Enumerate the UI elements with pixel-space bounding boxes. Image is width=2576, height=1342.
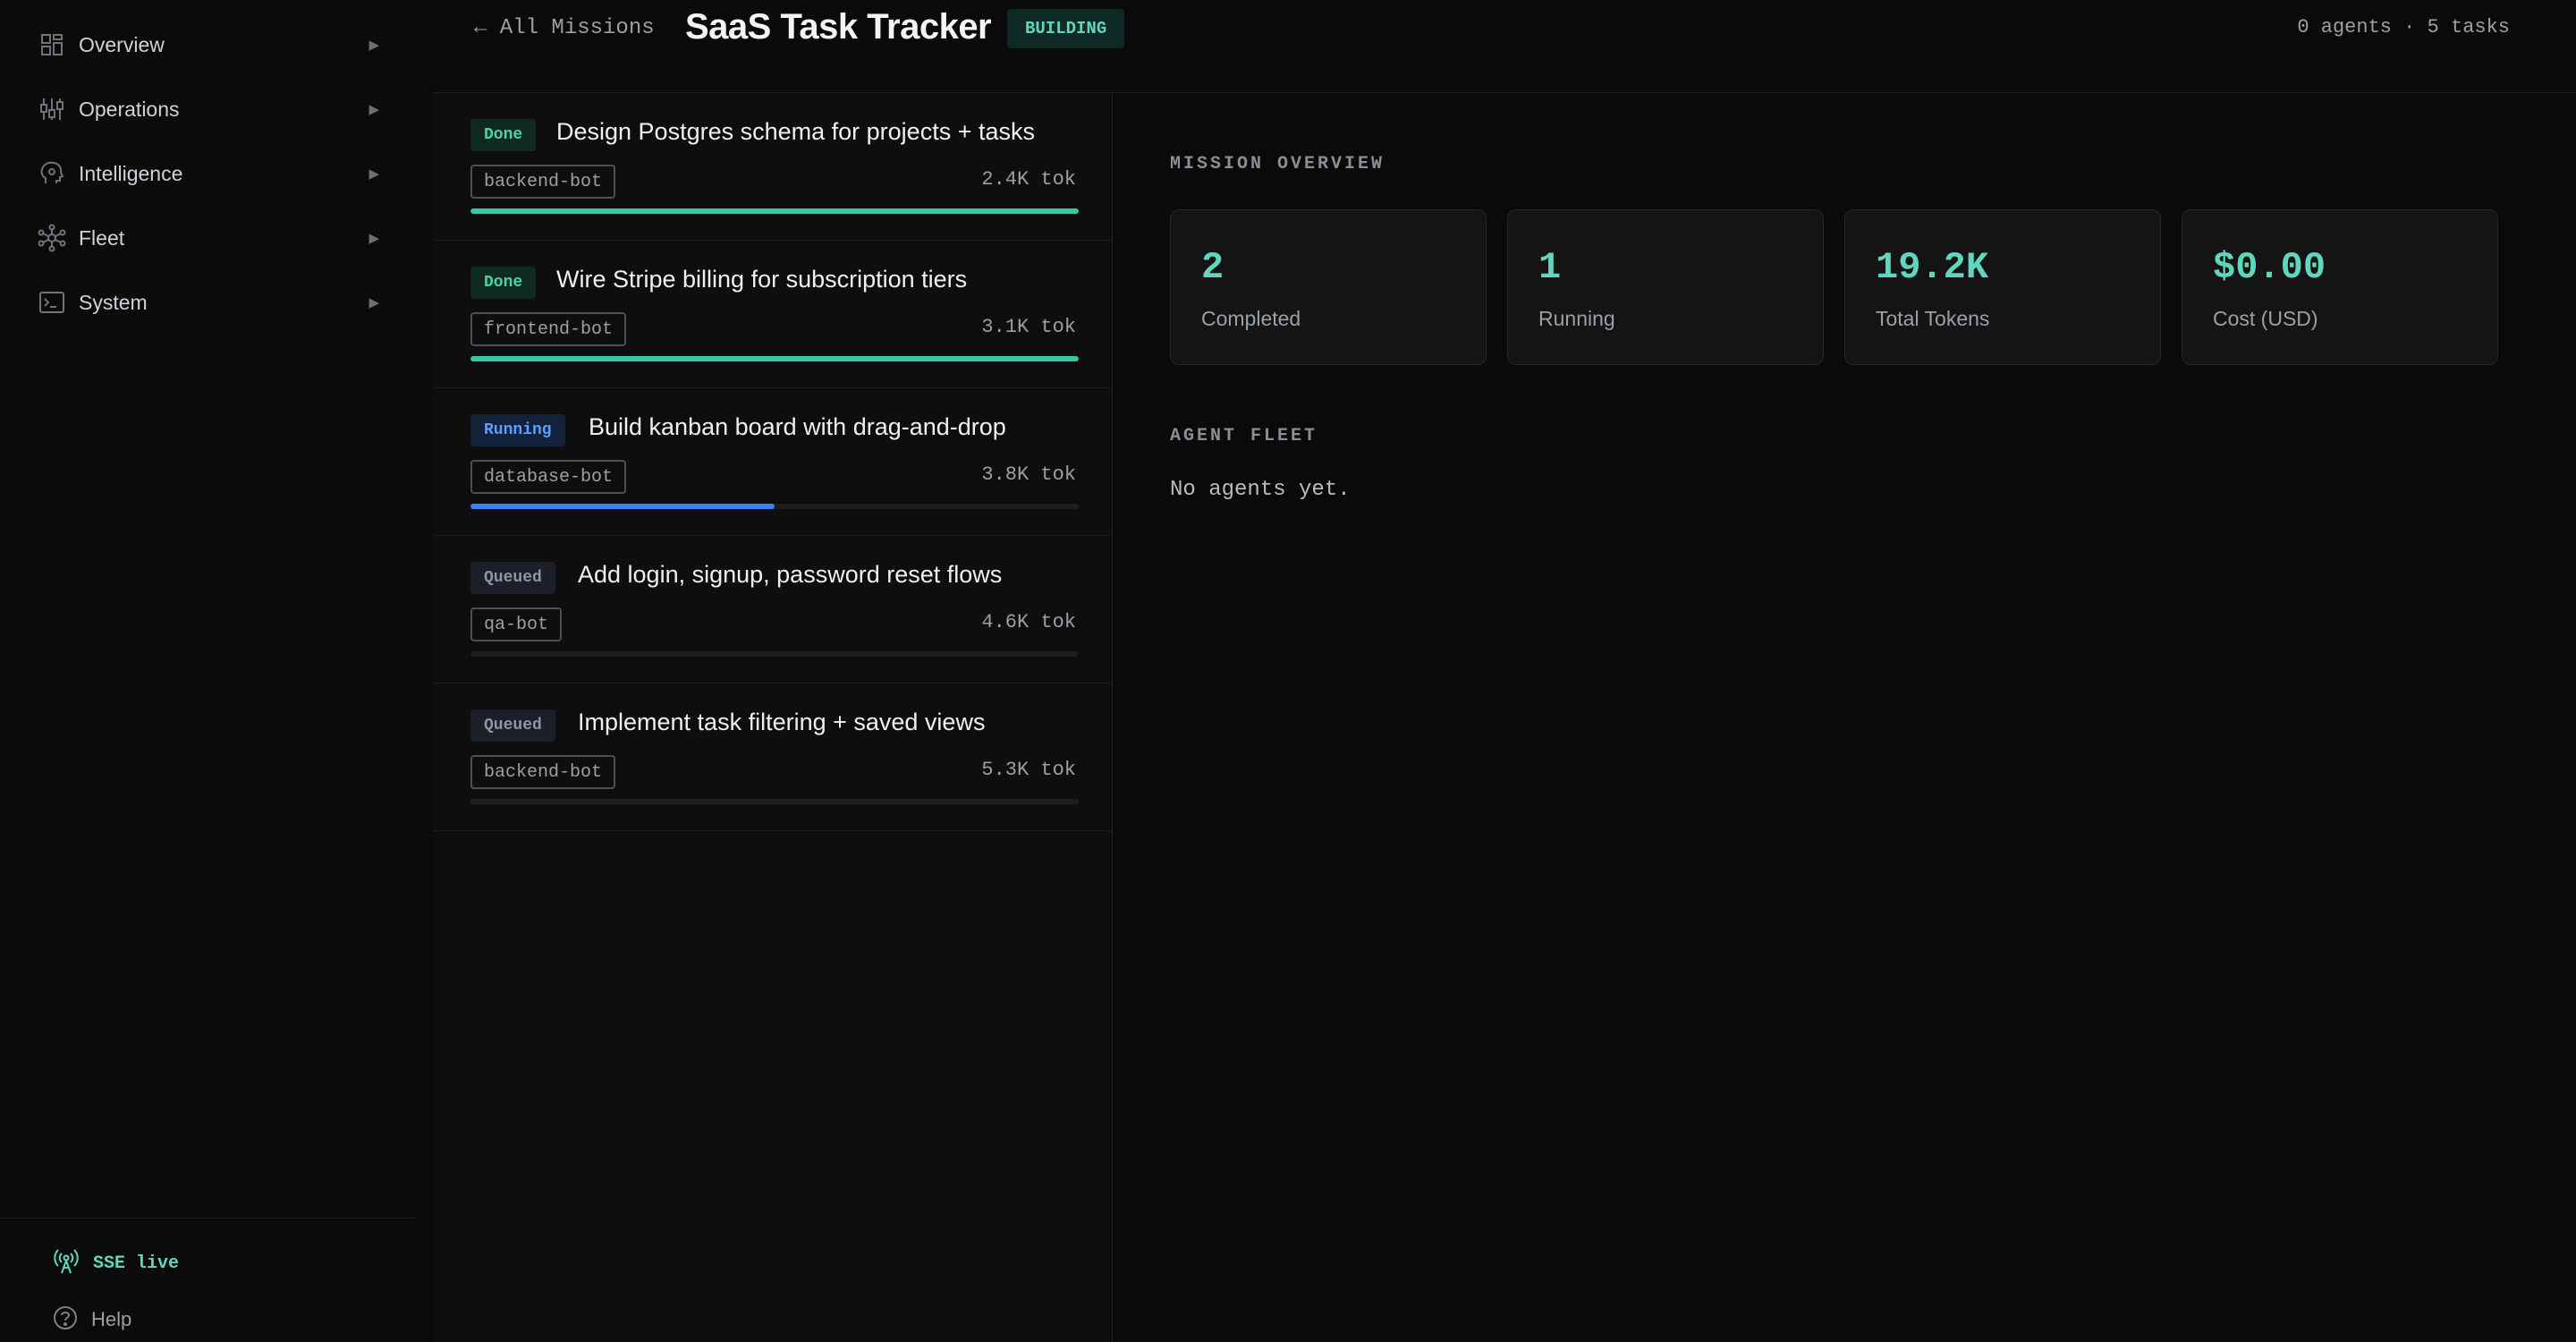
task-title: Wire Stripe billing for subscription tie… xyxy=(556,266,968,293)
mission-header: ← All Missions SaaS Task Tracker BUILDIN… xyxy=(433,0,2576,93)
sidebar-divider xyxy=(0,1218,415,1219)
sidebar-item-operations[interactable]: Operations ▶ xyxy=(36,88,379,131)
sidebar-item-system[interactable]: System ▶ xyxy=(36,281,379,324)
stat-card-cost: $0.00 Cost (USD) xyxy=(2182,209,2498,365)
task-agent-tag: qa-bot xyxy=(470,607,563,641)
task-token-count: 3.1K tok xyxy=(981,316,1076,338)
sidebar-item-label: System xyxy=(79,290,148,314)
back-to-missions-link[interactable]: ← All Missions xyxy=(474,16,655,40)
dashboard-grid-icon xyxy=(36,29,68,61)
task-progress-bar xyxy=(470,208,1079,214)
stat-card-total-tokens: 19.2K Total Tokens xyxy=(1844,209,2161,365)
terminal-icon xyxy=(36,286,68,319)
task-progress-bar xyxy=(470,504,1079,509)
task-title: Add login, signup, password reset flows xyxy=(578,561,1003,588)
task-status-badge: Done xyxy=(470,267,537,299)
task-agent-tag: database-bot xyxy=(470,460,627,494)
stat-label: Completed xyxy=(1201,307,1301,330)
task-token-count: 4.6K tok xyxy=(981,611,1076,633)
task-title: Implement task filtering + saved views xyxy=(578,709,986,735)
expand-arrow-icon: ▶ xyxy=(369,166,379,182)
task-row[interactable]: Done Design Postgres schema for projects… xyxy=(433,93,1112,241)
task-status-badge: Done xyxy=(470,119,537,151)
stat-value: 1 xyxy=(1538,246,1562,289)
task-agent-tag: frontend-bot xyxy=(470,312,627,346)
mission-overview-panel: MISSION OVERVIEW 2 Completed 1 Running 1… xyxy=(1113,93,2576,1342)
task-progress-fill xyxy=(470,208,1079,214)
sidebar-item-overview[interactable]: Overview ▶ xyxy=(36,23,379,66)
task-progress-bar xyxy=(470,356,1079,361)
app-root: Overview ▶ Operations ▶ Intelligence ▶ F… xyxy=(0,0,2576,1342)
sse-status-label: SSE live xyxy=(93,1253,180,1274)
sidebar: Overview ▶ Operations ▶ Intelligence ▶ F… xyxy=(0,0,433,1342)
task-token-count: 5.3K tok xyxy=(981,759,1076,781)
agent-fleet-heading: AGENT FLEET xyxy=(1170,426,1318,446)
sidebar-item-label: Fleet xyxy=(79,225,125,250)
stat-label: Running xyxy=(1538,307,1615,330)
task-status-badge: Queued xyxy=(470,709,555,742)
task-agent-tag: backend-bot xyxy=(470,165,616,199)
broadcast-icon xyxy=(52,1248,80,1279)
task-row[interactable]: Queued Implement task filtering + saved … xyxy=(433,684,1112,831)
stat-card-completed: 2 Completed xyxy=(1170,209,1487,365)
task-progress-bar xyxy=(470,799,1079,804)
stat-label: Cost (USD) xyxy=(2213,307,2318,330)
task-progress-bar xyxy=(470,651,1079,657)
task-row[interactable]: Done Wire Stripe billing for subscriptio… xyxy=(433,241,1112,388)
network-icon xyxy=(36,222,68,254)
task-row[interactable]: Queued Add login, signup, password reset… xyxy=(433,536,1112,684)
stat-card-running: 1 Running xyxy=(1507,209,1824,365)
task-progress-fill xyxy=(470,504,775,509)
task-row[interactable]: Running Build kanban board with drag-and… xyxy=(433,388,1112,536)
task-title: Design Postgres schema for projects + ta… xyxy=(556,118,1035,145)
stat-value: $0.00 xyxy=(2213,246,2326,289)
stat-value: 2 xyxy=(1201,246,1224,289)
task-status-badge: Queued xyxy=(470,562,555,594)
mission-overview-heading: MISSION OVERVIEW xyxy=(1170,154,1385,174)
sidebar-item-fleet[interactable]: Fleet ▶ xyxy=(36,217,379,259)
sidebar-item-label: Operations xyxy=(79,97,180,121)
help-circle-icon xyxy=(52,1304,79,1336)
task-list: Done Design Postgres schema for projects… xyxy=(433,93,1113,1342)
mission-status-badge: BUILDING xyxy=(1007,9,1125,48)
help-link[interactable]: Help xyxy=(52,1302,131,1338)
expand-arrow-icon: ▶ xyxy=(369,38,379,53)
brain-icon xyxy=(36,157,68,190)
stat-value: 19.2K xyxy=(1876,246,1989,289)
task-token-count: 3.8K tok xyxy=(981,463,1076,486)
help-label: Help xyxy=(91,1308,132,1330)
task-token-count: 2.4K tok xyxy=(981,168,1076,191)
agent-task-counts: 0 agents · 5 tasks xyxy=(2297,16,2510,38)
expand-arrow-icon: ▶ xyxy=(369,295,379,310)
sse-status: SSE live xyxy=(52,1245,179,1281)
expand-arrow-icon: ▶ xyxy=(369,102,379,117)
task-title: Build kanban board with drag-and-drop xyxy=(589,413,1006,440)
sidebar-item-label: Overview xyxy=(79,32,165,56)
sidebar-item-label: Intelligence xyxy=(79,161,183,185)
stat-label: Total Tokens xyxy=(1876,307,1990,330)
task-status-badge: Running xyxy=(470,414,565,446)
task-agent-tag: backend-bot xyxy=(470,755,616,789)
page-title: SaaS Task Tracker xyxy=(685,7,992,47)
task-progress-fill xyxy=(470,356,1079,361)
expand-arrow-icon: ▶ xyxy=(369,231,379,246)
sidebar-item-intelligence[interactable]: Intelligence ▶ xyxy=(36,152,379,195)
agent-fleet-empty-state: No agents yet. xyxy=(1170,478,1351,502)
sliders-icon xyxy=(36,93,68,125)
